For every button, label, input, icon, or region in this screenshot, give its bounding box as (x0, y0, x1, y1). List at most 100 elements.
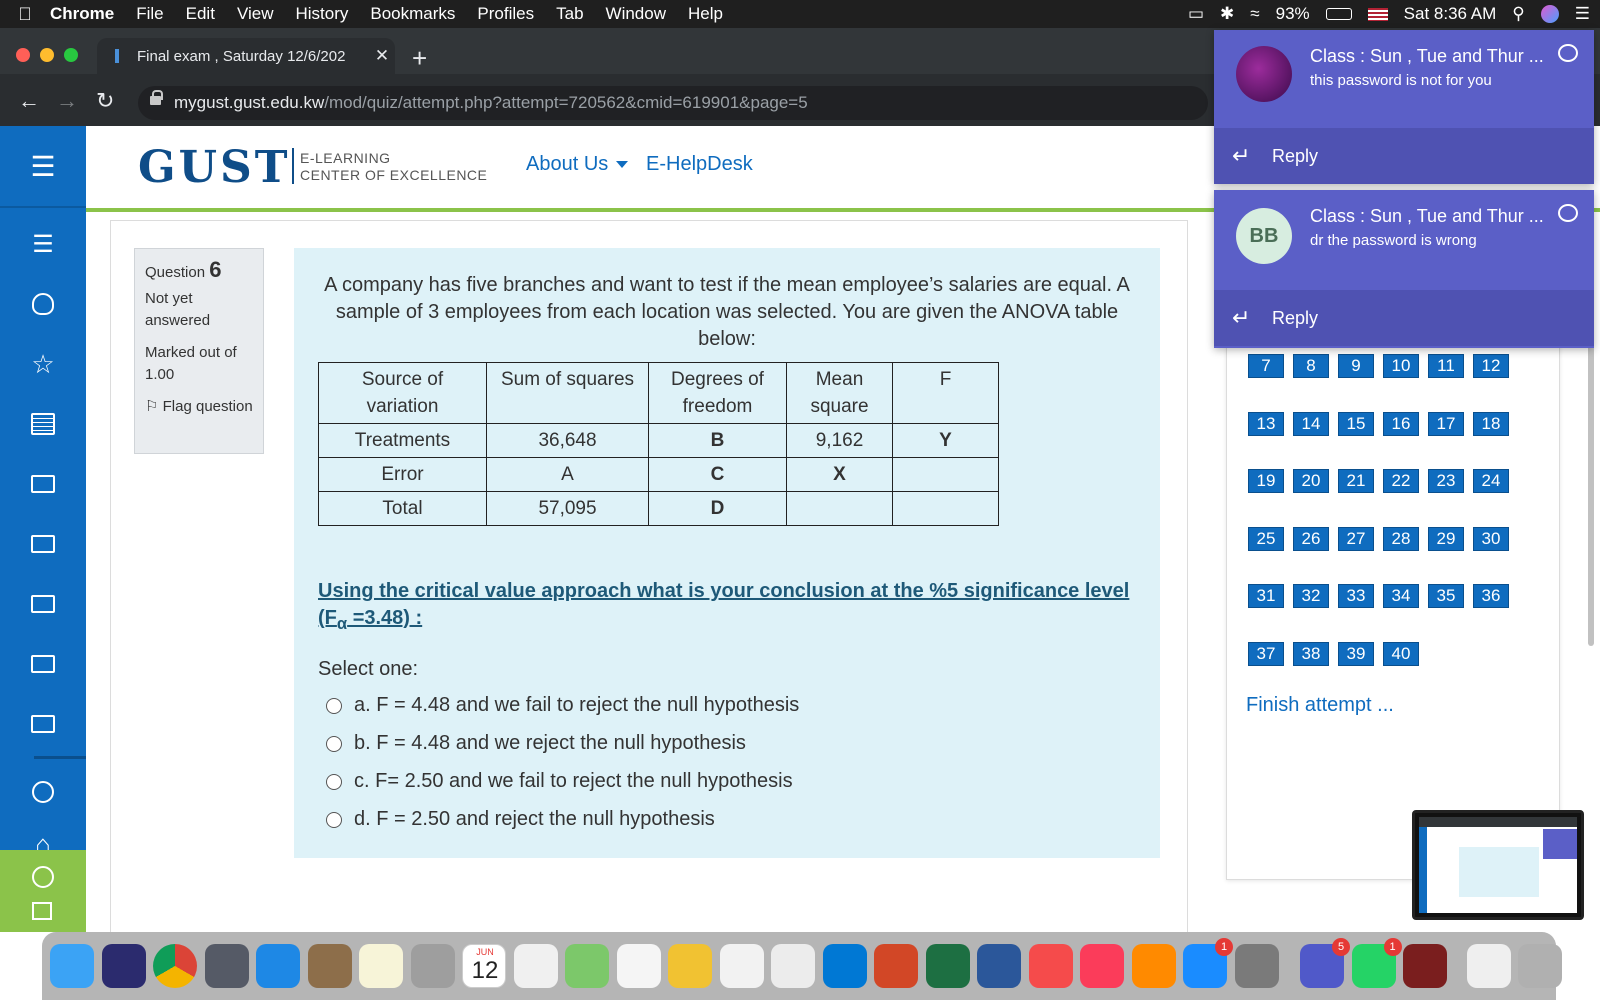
siri-dock-icon[interactable] (101, 944, 146, 988)
trash-icon[interactable] (1518, 944, 1562, 988)
siri-icon[interactable] (1540, 5, 1559, 23)
calendar-icon[interactable]: JUN 12 (462, 944, 506, 988)
finder-icon[interactable] (50, 944, 94, 988)
safari-icon[interactable] (256, 944, 300, 988)
menu-bookmarks[interactable]: Bookmarks (370, 4, 455, 24)
forward-arrow-icon[interactable]: → (56, 88, 78, 114)
quiz-nav-question-38[interactable]: 38 (1293, 641, 1329, 666)
quiz-nav-question-7[interactable]: 7 (1248, 354, 1284, 378)
menu-profiles[interactable]: Profiles (477, 4, 534, 24)
battery-percent[interactable]: 93% (1276, 4, 1310, 24)
quiz-nav-question-28[interactable]: 28 (1383, 526, 1419, 551)
gust-logo[interactable]: GUST (138, 142, 290, 193)
zoom-window-icon[interactable] (64, 48, 78, 62)
quiz-nav-question-27[interactable]: 27 (1338, 526, 1374, 551)
hamburger-menu-icon[interactable]: ☰ (0, 126, 86, 208)
calculator-icon[interactable] (410, 944, 455, 988)
menu-history[interactable]: History (295, 4, 348, 24)
minimize-window-icon[interactable] (40, 48, 54, 62)
dashboard-gauge-icon[interactable] (0, 762, 86, 822)
menu-window[interactable]: Window (606, 4, 666, 24)
apple-icon[interactable]:  (0, 4, 50, 25)
radio-button[interactable] (326, 773, 342, 790)
system-preferences-icon[interactable] (1234, 944, 1279, 988)
wifi-icon[interactable]: ≈ (1250, 4, 1259, 24)
teams-notification[interactable]: Class : Sun , Tue and Thur ... this pass… (1214, 30, 1594, 184)
answer-option-label[interactable]: d. F = 2.50 and reject the null hypothes… (354, 808, 715, 831)
browser-tab[interactable]: Final exam , Saturday 12/6/202 ✕ (97, 38, 395, 74)
lock-icon[interactable] (150, 90, 163, 105)
answer-option-a[interactable]: a. F = 4.48 and we fail to reject the nu… (326, 694, 799, 717)
photo-booth-icon[interactable] (1403, 944, 1447, 988)
reload-icon[interactable]: ↻ (96, 88, 114, 114)
powerpoint-icon[interactable] (874, 944, 918, 988)
tab-close-icon[interactable]: ✕ (369, 46, 395, 66)
folder-icon[interactable] (0, 694, 86, 754)
radio-button[interactable] (326, 811, 342, 828)
quiz-nav-question-37[interactable]: 37 (1248, 641, 1284, 666)
books-icon[interactable] (1131, 944, 1176, 988)
bluetooth-icon[interactable]: ✱ (1220, 4, 1234, 24)
contacts-icon[interactable] (307, 944, 352, 988)
quiz-nav-question-8[interactable]: 8 (1293, 354, 1329, 378)
menu-app-name[interactable]: Chrome (50, 4, 114, 24)
quiz-nav-question-23[interactable]: 23 (1428, 469, 1464, 493)
quiz-nav-question-29[interactable]: 29 (1428, 526, 1464, 551)
quiz-nav-question-10[interactable]: 10 (1383, 354, 1419, 378)
about-us-dropdown[interactable]: About Us (526, 153, 629, 176)
finish-attempt-link[interactable]: Finish attempt ... (1246, 694, 1394, 717)
quiz-nav-question-31[interactable]: 31 (1248, 584, 1284, 608)
quiz-nav-question-9[interactable]: 9 (1338, 354, 1374, 378)
menu-view[interactable]: View (237, 4, 274, 24)
quiz-nav-question-26[interactable]: 26 (1293, 526, 1329, 551)
spotlight-search-icon[interactable]: ⚲ (1512, 4, 1524, 24)
close-window-icon[interactable] (16, 48, 30, 62)
quiz-nav-question-30[interactable]: 30 (1473, 526, 1509, 551)
answer-option-d[interactable]: d. F = 2.50 and reject the null hypothes… (326, 808, 715, 831)
quiz-nav-question-33[interactable]: 33 (1338, 584, 1374, 608)
new-tab-icon[interactable]: + (412, 43, 427, 74)
quiz-nav-question-36[interactable]: 36 (1473, 584, 1509, 608)
news-icon[interactable] (1028, 944, 1073, 988)
menu-file[interactable]: File (136, 4, 163, 24)
quiz-nav-question-12[interactable]: 12 (1473, 354, 1509, 378)
quiz-nav-question-39[interactable]: 39 (1338, 641, 1374, 666)
list-icon[interactable]: ☰ (0, 214, 86, 274)
maps-icon[interactable] (565, 944, 609, 988)
quiz-nav-question-40[interactable]: 40 (1383, 641, 1419, 666)
screenshot-thumbnail[interactable] (1412, 810, 1584, 920)
numbers-icon[interactable] (719, 944, 764, 988)
quiz-nav-question-14[interactable]: 14 (1293, 411, 1329, 436)
word-icon[interactable] (977, 944, 1021, 988)
quiz-nav-question-17[interactable]: 17 (1428, 411, 1464, 436)
airplay-icon[interactable]: ▭ (1188, 4, 1204, 24)
answer-option-b[interactable]: b. F = 4.48 and we reject the null hypot… (326, 732, 746, 755)
flag-icon[interactable] (1367, 7, 1388, 21)
menubar-clock[interactable]: Sat 8:36 AM (1404, 4, 1497, 24)
menu-help[interactable]: Help (688, 4, 723, 24)
reply-button[interactable]: ↵ Reply (1214, 128, 1594, 184)
launchpad-icon[interactable] (204, 944, 249, 988)
accessibility-icon[interactable] (32, 866, 54, 888)
e-helpdesk-link[interactable]: E-HelpDesk (646, 153, 753, 176)
excel-icon[interactable] (925, 944, 970, 988)
menu-tab[interactable]: Tab (556, 4, 583, 24)
book-icon[interactable] (0, 394, 86, 454)
quiz-nav-question-11[interactable]: 11 (1428, 354, 1464, 378)
flag-question-link[interactable]: ⚐ Flag question (145, 396, 253, 418)
quiz-nav-question-16[interactable]: 16 (1383, 411, 1419, 436)
reminders-icon[interactable] (513, 944, 558, 988)
user-icon[interactable] (0, 274, 86, 334)
quiz-nav-question-18[interactable]: 18 (1473, 411, 1509, 436)
keynote-doc-icon[interactable] (616, 944, 661, 988)
teams-notification[interactable]: BB Class : Sun , Tue and Thur ... dr the… (1214, 190, 1594, 348)
keynote-icon[interactable] (771, 944, 815, 988)
outlook-icon[interactable] (822, 944, 867, 988)
quiz-nav-question-24[interactable]: 24 (1473, 469, 1509, 493)
quiz-nav-question-32[interactable]: 32 (1293, 584, 1329, 608)
answer-option-c[interactable]: c. F= 2.50 and we fail to reject the nul… (326, 770, 793, 793)
control-center-icon[interactable]: ☰ (1575, 4, 1590, 24)
folder-icon[interactable] (0, 514, 86, 574)
folder-icon[interactable] (0, 574, 86, 634)
radio-button[interactable] (326, 697, 342, 714)
